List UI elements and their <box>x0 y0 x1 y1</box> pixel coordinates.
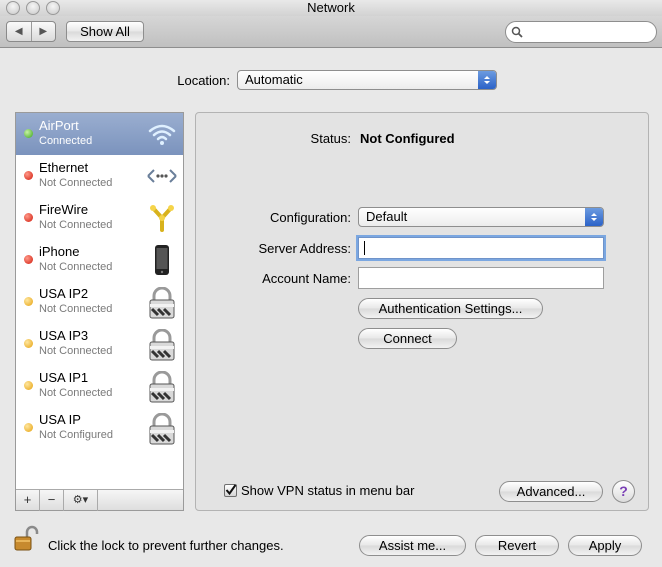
toolbar: ◀ ▶ Show All <box>0 16 662 48</box>
assist-me-button[interactable]: Assist me... <box>359 535 466 556</box>
service-item-usa-ip3[interactable]: USA IP3 Not Connected <box>16 323 183 365</box>
forward-button[interactable]: ▶ <box>32 22 56 41</box>
zoom-window-button[interactable] <box>46 1 60 15</box>
service-status: Connected <box>39 135 93 147</box>
iphone-icon <box>144 245 180 275</box>
vpn-lock-icon <box>144 370 180 403</box>
service-status: Not Connected <box>39 219 113 231</box>
lock-text: Click the lock to prevent further change… <box>48 538 284 553</box>
show-vpn-label: Show VPN status in menu bar <box>241 483 415 498</box>
service-name: AirPort <box>39 118 79 133</box>
remove-service-button[interactable]: − <box>40 490 64 511</box>
connect-button[interactable]: Connect <box>358 328 457 349</box>
location-popup[interactable]: Automatic <box>237 70 497 90</box>
service-name: USA IP <box>39 412 81 427</box>
status-dot-icon <box>24 255 33 264</box>
status-dot-icon <box>24 297 33 306</box>
configuration-popup[interactable]: Default <box>358 207 604 227</box>
service-status: Not Connected <box>39 303 113 315</box>
service-name: iPhone <box>39 244 80 259</box>
service-item-airport[interactable]: AirPort Connected <box>16 113 183 155</box>
firewire-icon <box>144 203 180 233</box>
service-item-firewire[interactable]: FireWire Not Connected <box>16 197 183 239</box>
vpn-lock-icon <box>144 328 180 361</box>
service-name: USA IP3 <box>39 328 89 343</box>
status-label: Status: <box>310 131 351 146</box>
configuration-value: Default <box>366 209 408 224</box>
account-name-label: Account Name: <box>262 271 351 286</box>
services-list: AirPort Connected Ethernet Not Connected Fir… <box>15 112 184 511</box>
location-value: Automatic <box>245 72 303 87</box>
service-item-usa-ip2[interactable]: USA IP2 Not Connected <box>16 281 183 323</box>
show-all-button[interactable]: Show All <box>66 21 144 42</box>
vpn-lock-icon <box>144 412 180 445</box>
text-caret <box>364 241 365 255</box>
status-value: Not Configured <box>360 131 455 146</box>
authentication-settings-button[interactable]: Authentication Settings... <box>358 298 543 319</box>
location-label: Location: <box>177 73 230 88</box>
service-status: Not Connected <box>39 345 113 357</box>
apply-button[interactable]: Apply <box>568 535 642 556</box>
popup-arrows-icon <box>478 71 496 89</box>
status-dot-icon <box>24 213 33 222</box>
service-status: Not Connected <box>39 177 113 189</box>
status-dot-icon <box>24 129 33 138</box>
status-dot-icon <box>24 339 33 348</box>
service-status: Not Connected <box>39 387 113 399</box>
account-name-field[interactable] <box>358 267 604 289</box>
service-item-usa-ip[interactable]: USA IP Not Configured <box>16 407 183 449</box>
service-name: USA IP1 <box>39 370 89 385</box>
lock-open-icon[interactable] <box>13 525 41 553</box>
help-button[interactable]: ? <box>612 480 635 503</box>
minimize-window-button[interactable] <box>26 1 40 15</box>
advanced-button[interactable]: Advanced... <box>499 481 603 502</box>
service-status: Not Configured <box>39 429 113 441</box>
close-window-button[interactable] <box>6 1 20 15</box>
ethernet-icon <box>144 161 180 191</box>
vpn-lock-icon <box>144 286 180 319</box>
checkmark-icon <box>225 484 237 496</box>
revert-button[interactable]: Revert <box>475 535 559 556</box>
server-address-field[interactable] <box>358 237 604 259</box>
title-bar: Network <box>0 0 662 16</box>
show-vpn-checkbox[interactable] <box>224 484 237 497</box>
back-button[interactable]: ◀ <box>7 22 32 41</box>
configuration-label: Configuration: <box>270 210 351 225</box>
detail-panel: Status: Not Configured Configuration: De… <box>195 112 649 511</box>
add-service-button[interactable]: + <box>16 490 40 511</box>
sidebar-toolbar: + − ⚙▾ <box>16 489 183 511</box>
popup-arrows-icon <box>585 208 603 226</box>
status-dot-icon <box>24 423 33 432</box>
service-item-ethernet[interactable]: Ethernet Not Connected <box>16 155 183 197</box>
status-dot-icon <box>24 381 33 390</box>
action-gear-button[interactable]: ⚙▾ <box>64 490 98 511</box>
window-title: Network <box>307 0 355 15</box>
service-name: USA IP2 <box>39 286 89 301</box>
search-field[interactable] <box>505 21 657 43</box>
service-item-usa-ip1[interactable]: USA IP1 Not Connected <box>16 365 183 407</box>
search-icon <box>511 26 523 38</box>
service-item-iphone[interactable]: iPhone Not Connected <box>16 239 183 281</box>
service-status: Not Connected <box>39 261 113 273</box>
status-dot-icon <box>24 171 33 180</box>
server-address-label: Server Address: <box>258 241 352 256</box>
wifi-icon <box>144 119 180 149</box>
service-name: Ethernet <box>39 160 89 175</box>
service-name: FireWire <box>39 202 89 217</box>
back-forward-control: ◀ ▶ <box>6 21 56 42</box>
